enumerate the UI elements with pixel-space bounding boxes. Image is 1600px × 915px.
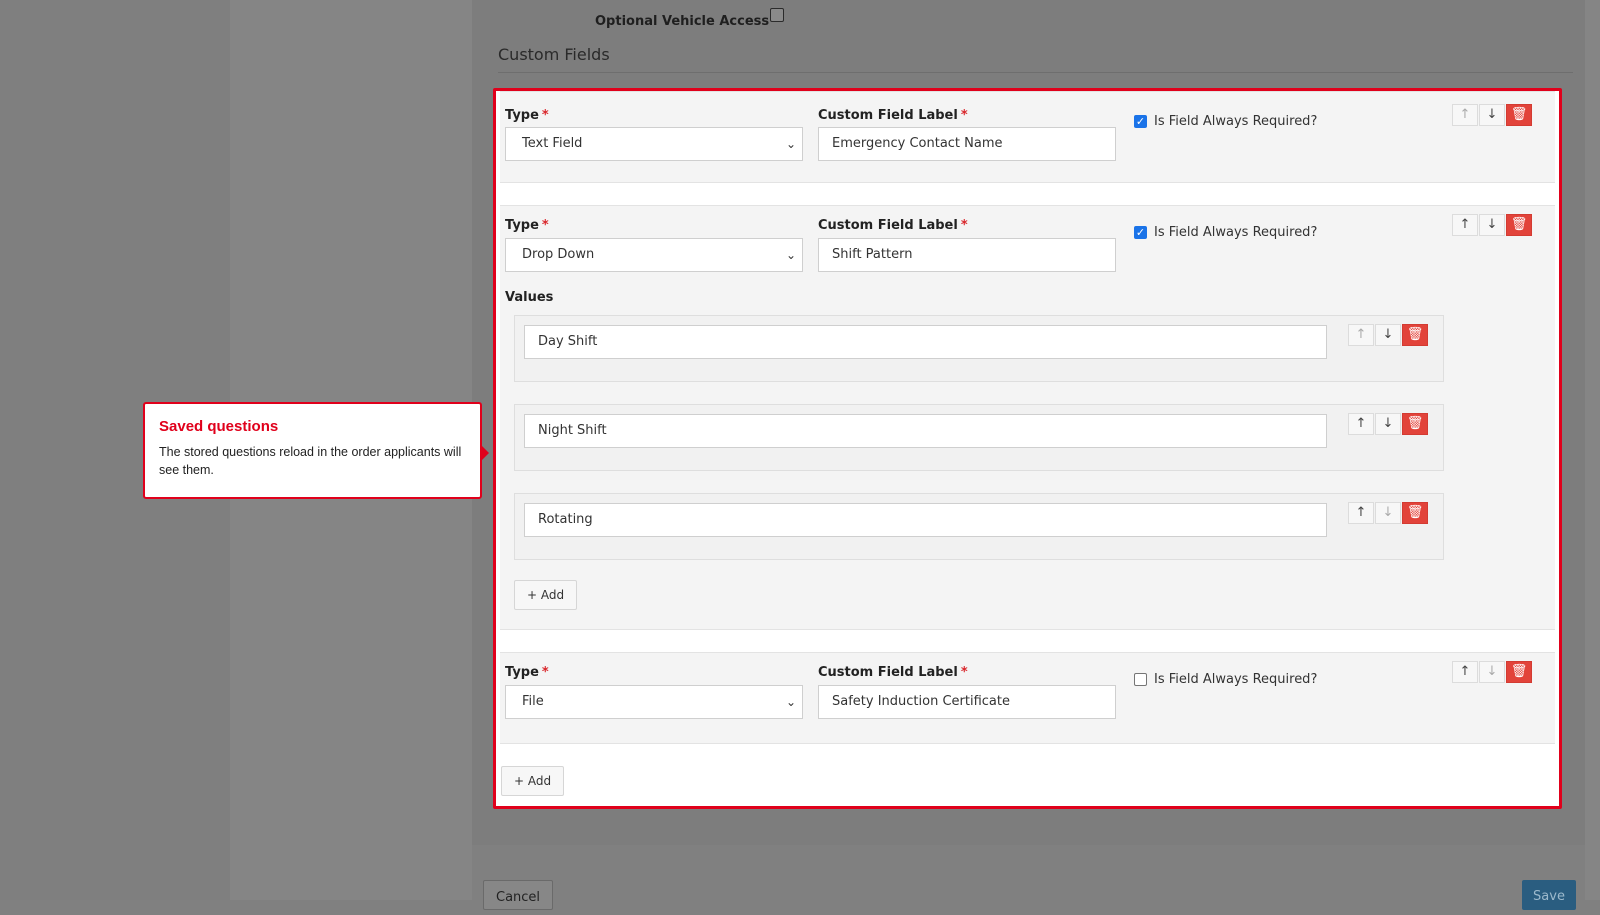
custom-field-card: Type * Drop Down ⌄ Custom Field Label * Shi… [500, 205, 1555, 630]
custom-fields-heading: Custom Fields [498, 45, 610, 64]
custom-field-label-input[interactable]: Emergency Contact Name [818, 127, 1116, 161]
callout-body: The stored questions reload in the order… [159, 445, 462, 477]
trash-icon[interactable]: 🗑 [1402, 502, 1428, 524]
values-label: Values [505, 290, 554, 305]
value-item: Rotating ↑ ↓ 🗑 [514, 493, 1444, 560]
type-label: Type * [505, 218, 549, 233]
value-actions: ↑ ↓ 🗑 [1348, 324, 1429, 346]
value-item: Day Shift ↑ ↓ 🗑 [514, 315, 1444, 382]
trash-icon[interactable]: 🗑 [1402, 413, 1428, 435]
arrow-down-icon[interactable]: ↓ [1375, 502, 1401, 524]
type-label: Type * [505, 108, 549, 123]
value-input[interactable]: Day Shift [524, 325, 1327, 359]
custom-field-card: Type * Text Field ⌄ Custom Field Label * Em… [500, 91, 1555, 183]
trash-icon[interactable]: 🗑 [1506, 661, 1532, 683]
always-required-label: Is Field Always Required? [1154, 225, 1318, 240]
right-gutter [1585, 0, 1600, 900]
cancel-button[interactable]: Cancel [483, 880, 554, 910]
type-select[interactable]: Text Field ⌄ [505, 127, 803, 161]
value-item: Night Shift ↑ ↓ 🗑 [514, 404, 1444, 471]
footer-bar [472, 868, 1585, 900]
arrow-down-icon[interactable]: ↓ [1479, 214, 1505, 236]
always-required-checkbox[interactable] [1134, 673, 1147, 686]
always-required-label: Is Field Always Required? [1154, 114, 1318, 129]
plus-icon: + [527, 588, 538, 602]
arrow-up-icon[interactable]: ↑ [1348, 413, 1374, 435]
custom-field-label-label: Custom Field Label * [818, 665, 968, 680]
callout-pointer [481, 445, 489, 461]
arrow-down-icon[interactable]: ↓ [1375, 324, 1401, 346]
arrow-up-icon[interactable]: ↑ [1348, 324, 1374, 346]
custom-field-label-label: Custom Field Label * [818, 108, 968, 123]
field-actions: ↑ ↓ 🗑 [1452, 214, 1533, 236]
arrow-up-icon[interactable]: ↑ [1452, 104, 1478, 126]
plus-icon: + [514, 774, 525, 788]
chevron-down-icon: ⌄ [785, 137, 796, 151]
custom-field-card: Type * File ⌄ Custom Field Label * Safety I… [500, 652, 1555, 744]
always-required-checkbox[interactable]: ✓ [1134, 115, 1147, 128]
value-input[interactable]: Rotating [524, 503, 1327, 537]
add-custom-field-button[interactable]: + Add [501, 766, 565, 796]
arrow-up-icon[interactable]: ↑ [1452, 214, 1478, 236]
type-select[interactable]: Drop Down ⌄ [505, 238, 803, 272]
trash-icon[interactable]: 🗑 [1506, 214, 1532, 236]
arrow-down-icon[interactable]: ↓ [1479, 104, 1505, 126]
value-input[interactable]: Night Shift [524, 414, 1327, 448]
arrow-down-icon[interactable]: ↓ [1479, 661, 1505, 683]
chevron-down-icon: ⌄ [785, 248, 796, 262]
callout-title: Saved questions [159, 418, 279, 435]
custom-field-label-label: Custom Field Label * [818, 218, 968, 233]
trash-icon[interactable]: 🗑 [1402, 324, 1428, 346]
field-actions: ↑ ↓ 🗑 [1452, 104, 1533, 126]
type-label: Type * [505, 665, 549, 680]
save-button[interactable]: Save [1522, 880, 1576, 910]
field-actions: ↑ ↓ 🗑 [1452, 661, 1533, 683]
heading-divider [498, 72, 1573, 73]
value-actions: ↑ ↓ 🗑 [1348, 502, 1429, 524]
arrow-up-icon[interactable]: ↑ [1452, 661, 1478, 683]
chevron-down-icon: ⌄ [785, 695, 796, 709]
type-select[interactable]: File ⌄ [505, 685, 803, 719]
add-value-button[interactable]: + Add [514, 580, 578, 610]
always-required-label: Is Field Always Required? [1154, 672, 1318, 687]
arrow-down-icon[interactable]: ↓ [1375, 413, 1401, 435]
value-actions: ↑ ↓ 🗑 [1348, 413, 1429, 435]
custom-field-label-input[interactable]: Shift Pattern [818, 238, 1116, 272]
custom-fields-highlight: Type * Text Field ⌄ Custom Field Label * Em… [493, 88, 1562, 809]
vehicle-access-checkbox[interactable] [770, 8, 784, 22]
trash-icon[interactable]: 🗑 [1506, 104, 1532, 126]
arrow-up-icon[interactable]: ↑ [1348, 502, 1374, 524]
custom-field-label-input[interactable]: Safety Induction Certificate [818, 685, 1116, 719]
always-required-checkbox[interactable]: ✓ [1134, 226, 1147, 239]
tour-callout: Saved questions The stored questions rel… [143, 402, 489, 499]
vehicle-access-label: Optional Vehicle Access [595, 14, 770, 29]
